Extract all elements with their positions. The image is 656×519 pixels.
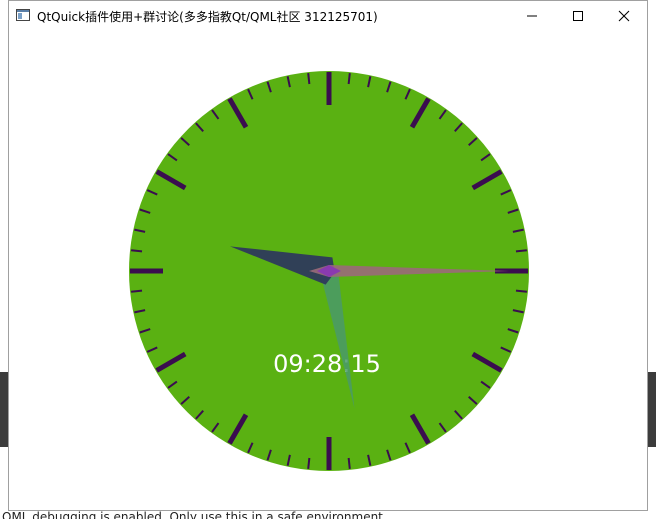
minute-tick [307,457,311,470]
app-window: QtQuick插件使用+群讨论(多多指教Qt/QML社区 312125701) … [8,0,648,511]
window-title: QtQuick插件使用+群讨论(多多指教Qt/QML社区 312125701) [37,10,378,24]
app-window-icon [16,9,30,21]
minute-tick [515,289,528,293]
close-button[interactable] [601,1,647,31]
background-ide-strip-right [648,372,656,447]
minute-tick [130,289,143,293]
maximize-button[interactable] [555,1,601,31]
title-bar[interactable]: QtQuick插件使用+群讨论(多多指教Qt/QML社区 312125701) [9,1,647,31]
analog-clock: 09:28:15 [129,71,529,471]
close-icon [618,10,630,22]
digital-time: 09:28:15 [273,350,381,378]
minute-tick [347,457,351,470]
minute-tick [515,249,528,253]
maximize-icon [573,11,583,21]
minimize-icon [527,15,537,17]
clock-area: 09:28:15 [9,31,647,511]
background-console-text: QML debugging is enabled. Only use this … [2,511,387,519]
minute-tick [130,249,143,253]
minimize-button[interactable] [509,1,555,31]
background-ide-strip-left [0,372,8,447]
minute-tick [307,72,311,85]
minute-tick [347,72,351,85]
